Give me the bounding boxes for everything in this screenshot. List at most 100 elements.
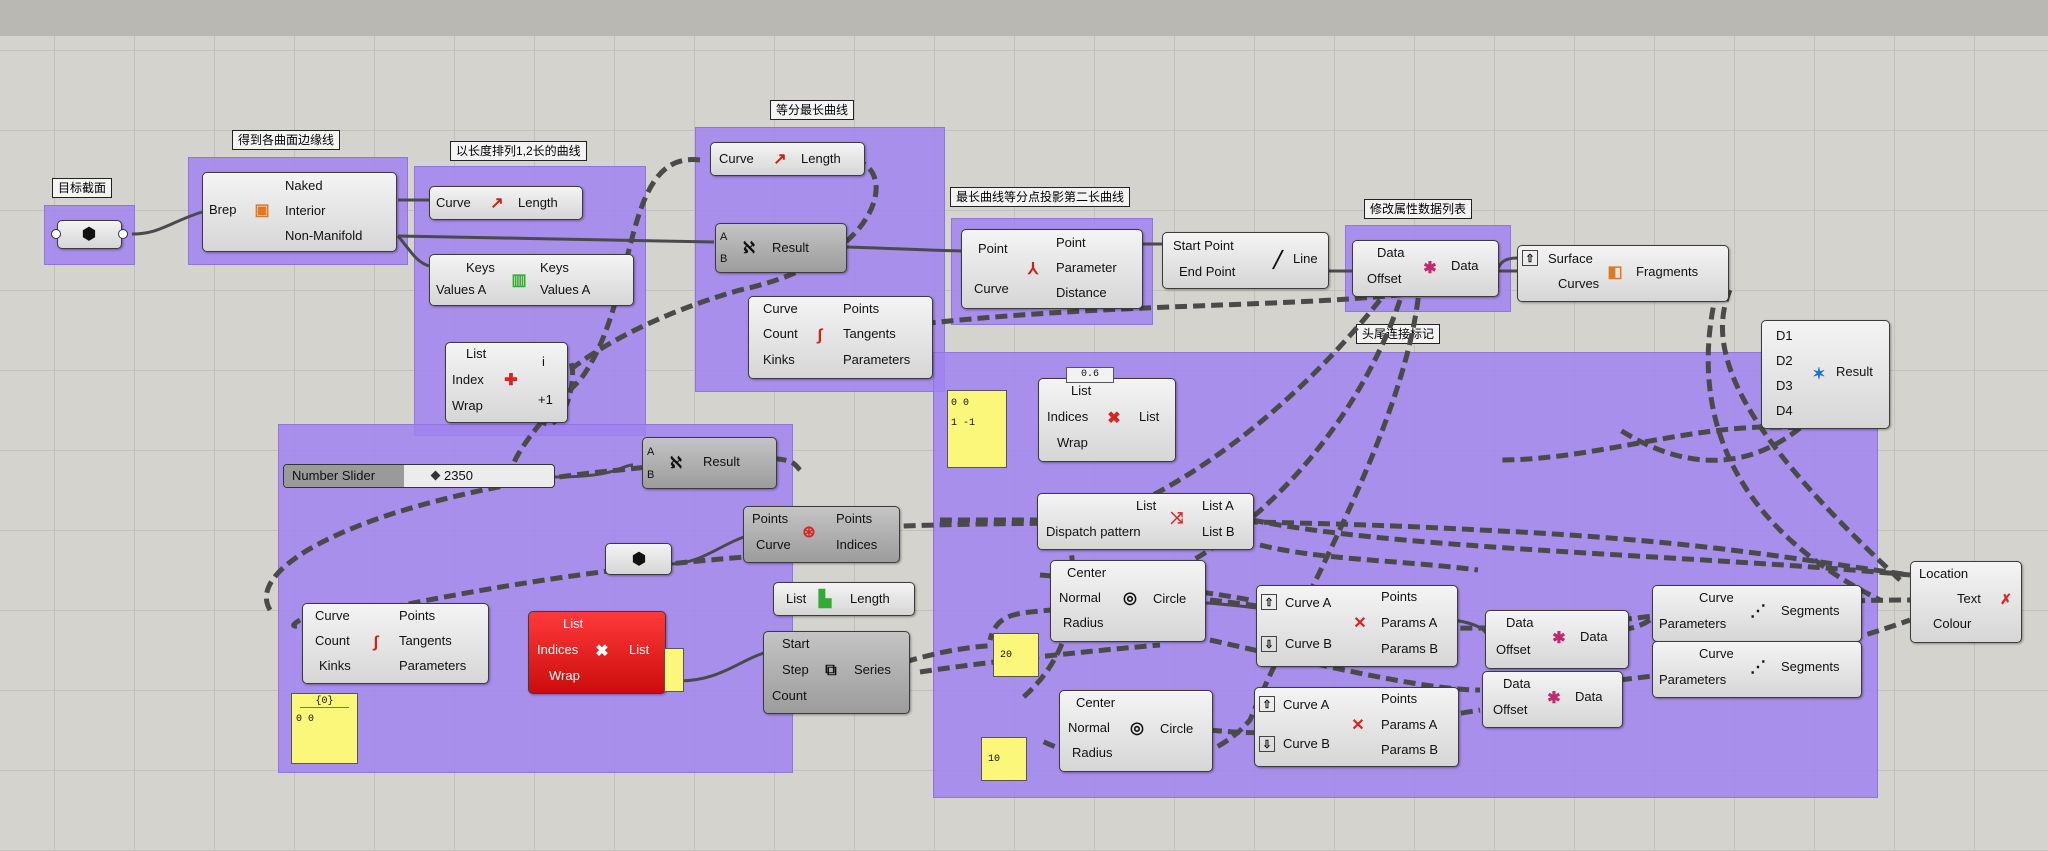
sort-list-node[interactable]: Keys Values A ▥ Keys Values A [429, 254, 634, 306]
list-item-node[interactable]: List Index Wrap ✚ i +1 [445, 342, 568, 423]
input-d3[interactable]: D3 [1776, 379, 1793, 393]
input-location[interactable]: Location [1919, 567, 1968, 581]
input-point[interactable]: Point [978, 242, 1008, 256]
output-data[interactable]: Data [1580, 630, 1607, 644]
input-start[interactable]: Start [782, 637, 809, 651]
output-keys[interactable]: Keys [540, 261, 569, 275]
output-segments[interactable]: Segments [1781, 660, 1840, 674]
input-curve[interactable]: Curve [1699, 647, 1734, 661]
output-list[interactable]: List [1139, 410, 1159, 424]
input-wrap[interactable]: Wrap [452, 399, 483, 413]
output-tangents[interactable]: Tangents [399, 634, 452, 648]
output-length[interactable]: Length [801, 152, 841, 166]
input-count[interactable]: Count [763, 327, 798, 341]
input-step[interactable]: Step [782, 663, 809, 677]
input-radius[interactable]: Radius [1072, 746, 1112, 760]
output-params-a[interactable]: Params A [1381, 718, 1437, 732]
input-list[interactable]: List [563, 617, 583, 631]
input-kinks[interactable]: Kinks [763, 353, 795, 367]
input-points[interactable]: Points [752, 512, 788, 526]
input-center[interactable]: Center [1067, 566, 1106, 580]
input-list[interactable]: List [786, 592, 806, 606]
output-plus-1[interactable]: +1 [538, 393, 553, 407]
input-offset[interactable]: Offset [1493, 703, 1527, 717]
panel-radius-20[interactable]: 20 [993, 633, 1039, 677]
input-curve-a[interactable]: Curve A [1283, 698, 1329, 712]
input-curve-b[interactable]: Curve B [1283, 737, 1330, 751]
output-parameter[interactable]: Parameter [1056, 261, 1117, 275]
output-segments[interactable]: Segments [1781, 604, 1840, 618]
output-line[interactable]: Line [1293, 252, 1318, 266]
input-list[interactable]: List [466, 347, 486, 361]
input-data[interactable]: Data [1377, 246, 1404, 260]
shatter-node-1[interactable]: Curve Parameters ⋰ Segments [1652, 585, 1862, 642]
output-list-b[interactable]: List B [1202, 525, 1235, 539]
input-text[interactable]: Text [1957, 592, 1981, 606]
input-parameters[interactable]: Parameters [1659, 673, 1726, 687]
input-indices[interactable]: Indices [1047, 410, 1088, 424]
input-data[interactable]: Data [1503, 677, 1530, 691]
input-curves[interactable]: Curves [1558, 277, 1599, 291]
input-curve[interactable]: Curve [719, 152, 754, 166]
split-surface-node[interactable]: ⇧ Surface Curves ◧ Fragments [1517, 245, 1729, 302]
input-b[interactable]: B [647, 468, 654, 482]
curve-closest-point-node[interactable]: Point Curve ⅄ Point Parameter Distance [961, 229, 1143, 309]
input-start-point[interactable]: Start Point [1173, 239, 1234, 253]
output-data[interactable]: Data [1451, 259, 1478, 273]
brep-param[interactable]: ⬢ [57, 220, 122, 249]
input-a[interactable]: A [647, 445, 654, 459]
list-length-node[interactable]: List ▙ Length [773, 582, 915, 616]
input-offset[interactable]: Offset [1367, 272, 1401, 286]
output-points[interactable]: Points [1381, 590, 1417, 604]
input-indices[interactable]: Indices [537, 643, 578, 657]
input-dispatch-pattern[interactable]: Dispatch pattern [1046, 525, 1141, 539]
output-parameters[interactable]: Parameters [843, 353, 910, 367]
output-length[interactable]: Length [518, 196, 558, 210]
cull-index-node-error[interactable]: List Indices Wrap ✖ List [528, 611, 666, 694]
output-tangents[interactable]: Tangents [843, 327, 896, 341]
number-slider[interactable]: Number Slider 2350 [283, 464, 555, 488]
shift-list-node-1[interactable]: Data Offset ✱ Data [1352, 240, 1499, 297]
length-node-2[interactable]: Curve ↗ Length [710, 142, 865, 176]
panel-radius-10[interactable]: 10 [981, 737, 1027, 781]
input-curve-a[interactable]: Curve A [1285, 596, 1331, 610]
input-surface[interactable]: Surface [1548, 252, 1593, 266]
output-parameters[interactable]: Parameters [399, 659, 466, 673]
panel-tree[interactable]: {0} 0 0 [291, 693, 358, 764]
output-result[interactable]: Result [1836, 365, 1873, 379]
input-grip[interactable] [51, 229, 61, 239]
slider-knob[interactable] [430, 470, 441, 481]
output-params-a[interactable]: Params A [1381, 616, 1437, 630]
input-values-a[interactable]: Values A [436, 283, 486, 297]
divide-curve-node-2[interactable]: Curve Count Kinks ∫ Points Tangents Para… [302, 603, 489, 684]
input-keys[interactable]: Keys [466, 261, 495, 275]
input-center[interactable]: Center [1076, 696, 1115, 710]
input-d4[interactable]: D4 [1776, 404, 1793, 418]
input-radius[interactable]: Radius [1063, 616, 1103, 630]
input-brep[interactable]: Brep [209, 203, 236, 217]
output-series[interactable]: Series [854, 663, 891, 677]
input-count[interactable]: Count [772, 689, 807, 703]
input-curve[interactable]: Curve [315, 609, 350, 623]
circle-node-1[interactable]: Center Normal Radius ◎ Circle [1050, 560, 1206, 642]
output-params-b[interactable]: Params B [1381, 743, 1438, 757]
output-distance[interactable]: Distance [1056, 286, 1107, 300]
input-curve[interactable]: Curve [1699, 591, 1734, 605]
shatter-node-2[interactable]: Curve Parameters ⋰ Segments [1652, 641, 1862, 698]
output-result[interactable]: Result [703, 455, 740, 469]
input-b[interactable]: B [720, 252, 727, 266]
input-list[interactable]: List [1071, 384, 1091, 398]
shift-list-node-3[interactable]: Data Offset ✱ Data [1482, 671, 1623, 728]
equality-node-1[interactable]: A B ℵ Result [715, 223, 847, 273]
input-colour[interactable]: Colour [1933, 617, 1971, 631]
input-index[interactable]: Index [452, 373, 484, 387]
output-fragments[interactable]: Fragments [1636, 265, 1698, 279]
output-length[interactable]: Length [850, 592, 890, 606]
input-curve[interactable]: Curve [436, 196, 471, 210]
output-points[interactable]: Points [843, 302, 879, 316]
output-circle[interactable]: Circle [1160, 722, 1193, 736]
output-params-b[interactable]: Params B [1381, 642, 1438, 656]
input-list[interactable]: List [1136, 499, 1156, 513]
output-indices[interactable]: Indices [836, 538, 877, 552]
input-a[interactable]: A [720, 230, 727, 244]
